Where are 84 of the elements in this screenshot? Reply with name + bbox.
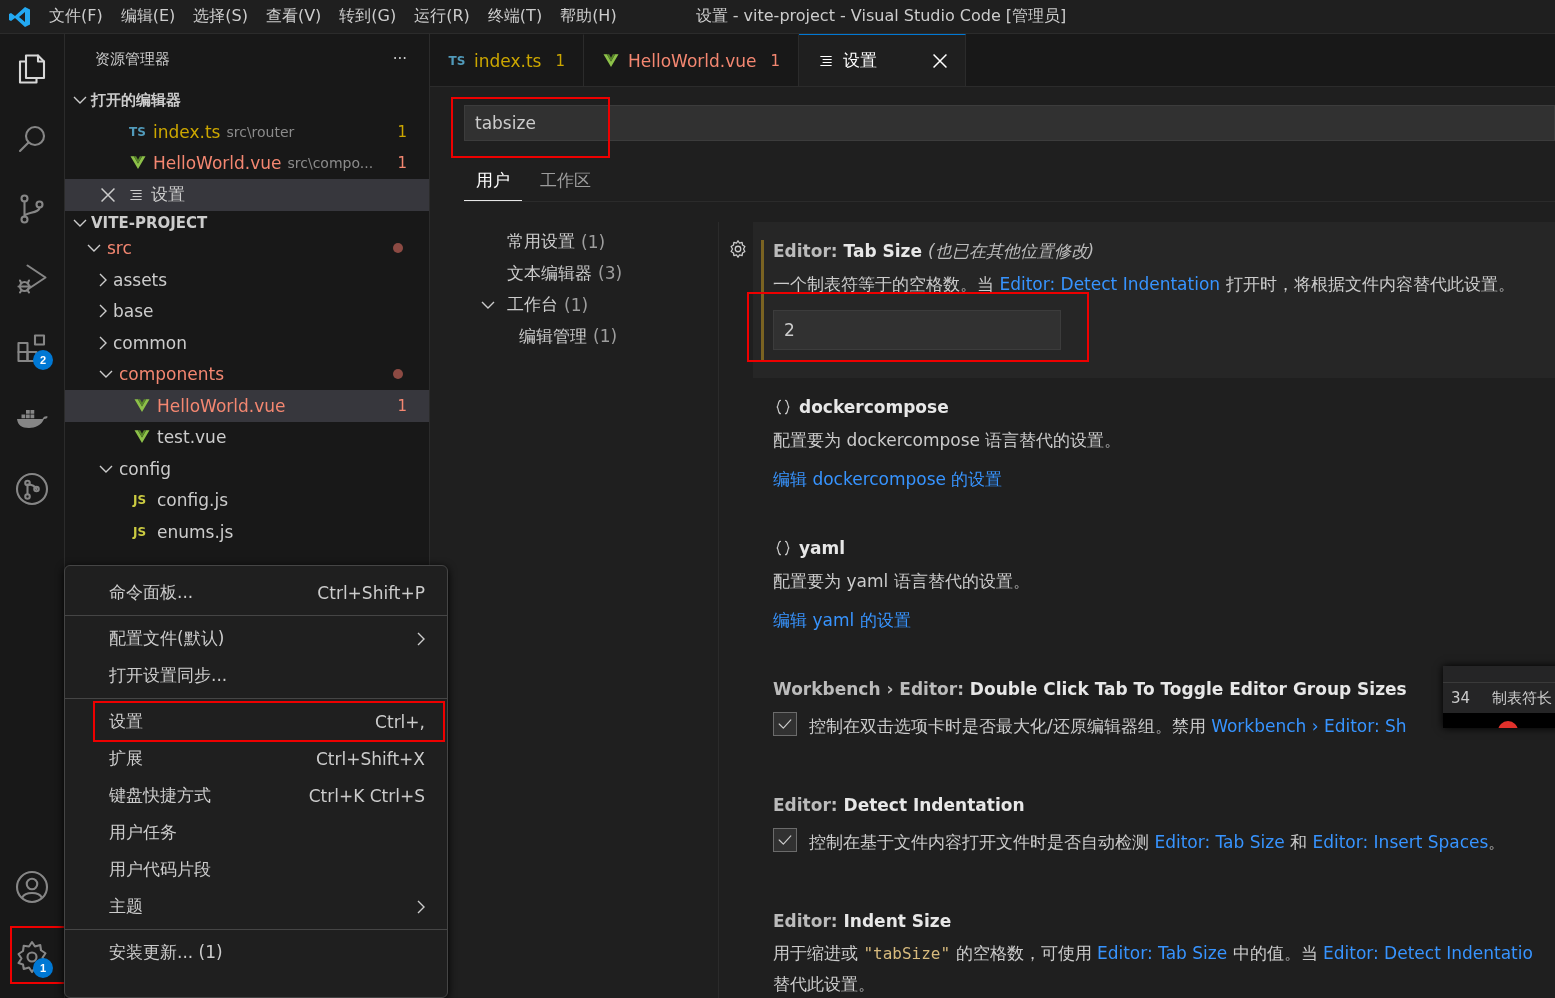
setting-link[interactable]: Editor: Detect Indentatio bbox=[1322, 943, 1533, 963]
setting-description: 配置要为 yaml 语言替代的设置。 bbox=[773, 570, 1031, 593]
ts-file-icon: TS bbox=[129, 124, 147, 139]
setting-title: Editor: Tab Size (也已在其他位置修改) bbox=[773, 239, 1095, 263]
app-logo-icon bbox=[8, 4, 32, 29]
setting-title: yaml bbox=[799, 538, 846, 558]
section-header[interactable]: VITE-PROJECT bbox=[65, 212, 429, 233]
activity-button[interactable]: 2 bbox=[0, 314, 64, 384]
setting-description: 用于缩进或 "tabSize" 的空格数，可使用 Editor: Tab Size 中的值。当 Editor: Detect Indentatio bbox=[773, 942, 1534, 965]
count-badge: 2 bbox=[33, 350, 53, 370]
js-file-icon: JS bbox=[133, 524, 151, 539]
toc-item[interactable]: 常用设置 (1) bbox=[464, 226, 718, 258]
tree-item[interactable]: config bbox=[65, 453, 429, 485]
menu-entry[interactable]: 用户任务 bbox=[65, 814, 447, 851]
tree-item[interactable]: test.vue bbox=[65, 421, 429, 453]
scope-tab[interactable]: 用户 bbox=[464, 157, 522, 201]
menu-item[interactable]: 文件(F) bbox=[40, 6, 112, 27]
window-title: 设置 - vite-project - Visual Studio Code [管理员] bbox=[695, 6, 1067, 27]
setting-description: 一个制表符等于的空格数。当 Editor: Detect Indentation 打开时，将根据文件内容替代此设置。 bbox=[773, 273, 1516, 296]
chevron-down-icon bbox=[73, 96, 87, 104]
menu-item[interactable]: 终端(T) bbox=[478, 6, 552, 27]
menu-entry[interactable]: 配置文件(默认) bbox=[65, 620, 447, 657]
setting-description: 控制在基于文件内容打开文件时是否自动检测 Editor: Tab Size 和 Editor: Insert Spaces。 bbox=[809, 831, 1506, 854]
menu-item[interactable]: 帮助(H) bbox=[551, 6, 626, 27]
setting-description: 控制在双击选项卡时是否最大化/还原编辑器组。禁用 Workbench › Editor: Sh bbox=[809, 715, 1407, 738]
open-editor-item[interactable]: 设置 bbox=[65, 179, 429, 211]
open-editor-item[interactable]: HelloWorld.vue src\compo... 1 bbox=[65, 147, 429, 179]
setting-title: Workbench › Editor: Double Click Tab To Toggle Editor Group Sizes bbox=[773, 679, 1407, 699]
tree-item[interactable]: src bbox=[65, 232, 429, 264]
settings-link[interactable]: 编辑 yaml 的设置 bbox=[773, 609, 911, 632]
menu-item[interactable]: 选择(S) bbox=[184, 6, 257, 27]
menu-entry[interactable]: 扩展 Ctrl+Shift+X bbox=[65, 740, 447, 777]
popup-number: 34 bbox=[1451, 689, 1471, 707]
setting-link[interactable]: Editor: Detect Indentation bbox=[999, 274, 1221, 294]
graph-circle-icon bbox=[14, 471, 50, 507]
checkbox[interactable] bbox=[773, 712, 797, 736]
menu-entry[interactable]: 设置 Ctrl+, bbox=[65, 703, 447, 740]
setting-link[interactable]: Editor: Insert Spaces bbox=[1312, 832, 1489, 852]
setting-title: Editor: Indent Size bbox=[773, 911, 952, 931]
number-field[interactable]: 2 bbox=[773, 310, 1061, 350]
tree-item[interactable]: components bbox=[65, 358, 429, 390]
setting-link[interactable]: Editor: Tab Size bbox=[1096, 943, 1228, 963]
more-button[interactable]: ··· bbox=[392, 50, 407, 68]
menu-item[interactable]: 编辑(E) bbox=[111, 6, 185, 27]
sidebar-title: 资源管理器 bbox=[95, 49, 170, 69]
close-icon[interactable] bbox=[101, 187, 115, 202]
setting-title: dockercompose bbox=[799, 397, 949, 417]
menu-entry[interactable]: 主题 bbox=[65, 888, 447, 925]
open-editor-item[interactable]: TS index.ts src\router 1 bbox=[65, 116, 429, 148]
account-icon bbox=[14, 869, 50, 905]
count-badge: 1 bbox=[33, 958, 53, 978]
tree-item[interactable]: assets bbox=[65, 264, 429, 296]
tree-item[interactable]: JS config.js bbox=[65, 484, 429, 516]
setting-link[interactable]: Workbench › Editor: Sh bbox=[1211, 716, 1407, 736]
popup-label: 制表符长 bbox=[1492, 688, 1553, 708]
menu-entry[interactable]: 命令面板... Ctrl+Shift+P bbox=[65, 574, 447, 611]
gear-icon bbox=[727, 238, 749, 260]
toc-item[interactable]: 文本编辑器 (3) bbox=[464, 257, 718, 289]
toc-item[interactable]: 编辑管理 (1) bbox=[464, 320, 718, 352]
menu-item[interactable]: 运行(R) bbox=[405, 6, 479, 27]
checkbox[interactable] bbox=[773, 828, 797, 852]
scope-tab[interactable]: 工作区 bbox=[528, 157, 603, 201]
ts-file-icon: TS bbox=[448, 53, 466, 68]
menu-item[interactable]: 转到(G) bbox=[330, 6, 406, 27]
menu-entry[interactable]: 键盘快捷方式 Ctrl+K Ctrl+S bbox=[65, 777, 447, 814]
tree-item[interactable]: JS enums.js bbox=[65, 516, 429, 548]
tree-item[interactable]: base bbox=[65, 295, 429, 327]
menu-entry[interactable]: 打开设置同步... bbox=[65, 657, 447, 694]
setting-title: Editor: Detect Indentation bbox=[773, 795, 1025, 815]
settings-link[interactable]: 编辑 dockercompose 的设置 bbox=[773, 468, 1003, 491]
search-field[interactable]: tabsize bbox=[464, 105, 1555, 141]
tree-item[interactable]: common bbox=[65, 327, 429, 359]
setting-link[interactable]: Editor: Tab Size bbox=[1154, 832, 1285, 852]
toc-item[interactable]: 工作台 (1) bbox=[464, 289, 718, 321]
setting-description: 配置要为 dockercompose 语言替代的设置。 bbox=[773, 429, 1123, 452]
editor-tab[interactable]: 设置 bbox=[799, 34, 967, 86]
menu-entry[interactable]: 用户代码片段 bbox=[65, 851, 447, 888]
section-header[interactable]: 打开的编辑器 bbox=[65, 84, 429, 116]
tree-item[interactable]: HelloWorld.vue 1 bbox=[65, 390, 429, 422]
setting-description: 替代此设置。 bbox=[773, 973, 876, 996]
chevron-down-icon bbox=[73, 218, 87, 227]
menu-entry[interactable]: 安装更新... (1) bbox=[65, 934, 447, 971]
js-file-icon: JS bbox=[133, 493, 151, 508]
menu-item[interactable]: 查看(V) bbox=[256, 6, 331, 27]
